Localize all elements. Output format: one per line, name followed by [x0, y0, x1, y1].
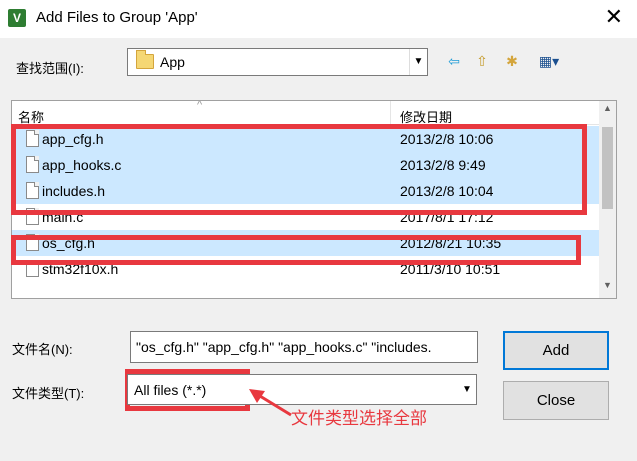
- scroll-thumb[interactable]: [602, 127, 613, 209]
- add-button[interactable]: Add: [503, 331, 609, 370]
- annotation-text: 文件类型选择全部: [291, 409, 427, 428]
- lookin-label: 查找范围(I):: [16, 61, 84, 76]
- file-row[interactable]: includes.h 2013/2/8 10:04: [12, 178, 600, 204]
- new-folder-icon[interactable]: ✱: [501, 51, 523, 71]
- filetype-combo[interactable]: All files (*.*) ▼: [127, 374, 477, 405]
- up-folder-icon[interactable]: ⇧: [472, 51, 492, 71]
- file-row[interactable]: app_hooks.c 2013/2/8 9:49: [12, 152, 600, 178]
- file-name: main.c: [42, 209, 84, 225]
- filename-label: 文件名(N):: [12, 342, 73, 357]
- file-icon: [26, 260, 39, 277]
- column-header-name[interactable]: 名称: [18, 107, 44, 126]
- close-button[interactable]: Close: [503, 381, 609, 420]
- list-header: ^ 名称 修改日期: [12, 101, 600, 125]
- file-icon: [26, 156, 39, 173]
- chevron-down-icon[interactable]: ▼: [458, 375, 476, 404]
- sort-arrow-icon: ^: [197, 100, 203, 111]
- file-name: stm32f10x.h: [42, 261, 119, 277]
- file-date: 2013/2/8 10:04: [400, 183, 494, 199]
- file-date: 2017/8/1 17:12: [400, 209, 494, 225]
- column-divider[interactable]: [390, 101, 391, 125]
- lookin-value: App: [160, 54, 185, 70]
- file-date: 2013/2/8 10:06: [400, 131, 494, 147]
- file-row[interactable]: stm32f10x.h 2011/3/10 10:51: [12, 256, 600, 282]
- filename-input[interactable]: "os_cfg.h" "app_cfg.h" "app_hooks.c" "in…: [130, 331, 478, 363]
- file-icon: [26, 208, 39, 225]
- title-bar: V Add Files to Group 'App' ✕: [0, 0, 637, 38]
- file-list[interactable]: ^ 名称 修改日期 app_cfg.h 2013/2/8 10:06 app_hoo…: [11, 100, 617, 299]
- file-icon: [26, 130, 39, 147]
- file-date: 2012/8/21 10:35: [400, 235, 502, 251]
- file-name: os_cfg.h: [42, 235, 95, 251]
- window-title: Add Files to Group 'App': [36, 9, 198, 26]
- keil-app-icon: V: [8, 9, 26, 27]
- file-name: app_cfg.h: [42, 131, 104, 147]
- column-header-date[interactable]: 修改日期: [400, 107, 452, 126]
- vertical-scrollbar[interactable]: ▲ ▼: [599, 101, 616, 298]
- view-menu-icon[interactable]: ▦▾: [530, 51, 568, 71]
- scroll-up-icon[interactable]: ▲: [599, 103, 616, 119]
- file-icon: [26, 234, 39, 251]
- annotation-arrow-icon: [249, 389, 292, 417]
- filetype-label: 文件类型(T):: [12, 386, 85, 401]
- file-icon: [26, 182, 39, 199]
- close-icon[interactable]: ✕: [605, 6, 623, 28]
- chevron-down-icon[interactable]: ▼: [409, 49, 427, 75]
- lookin-combo[interactable]: App ▼: [127, 48, 428, 76]
- file-row[interactable]: os_cfg.h 2012/8/21 10:35: [12, 230, 600, 256]
- filetype-value: All files (*.*): [134, 382, 207, 398]
- back-icon[interactable]: ⇦: [445, 51, 463, 71]
- scroll-down-icon[interactable]: ▼: [599, 280, 616, 296]
- folder-icon: [136, 50, 154, 69]
- file-name: includes.h: [42, 183, 106, 199]
- file-date: 2011/3/10 10:51: [400, 261, 501, 277]
- file-row[interactable]: app_cfg.h 2013/2/8 10:06: [12, 126, 600, 152]
- file-date: 2013/2/8 9:49: [400, 157, 486, 173]
- file-name: app_hooks.c: [42, 157, 122, 173]
- file-row[interactable]: main.c 2017/8/1 17:12: [12, 204, 600, 230]
